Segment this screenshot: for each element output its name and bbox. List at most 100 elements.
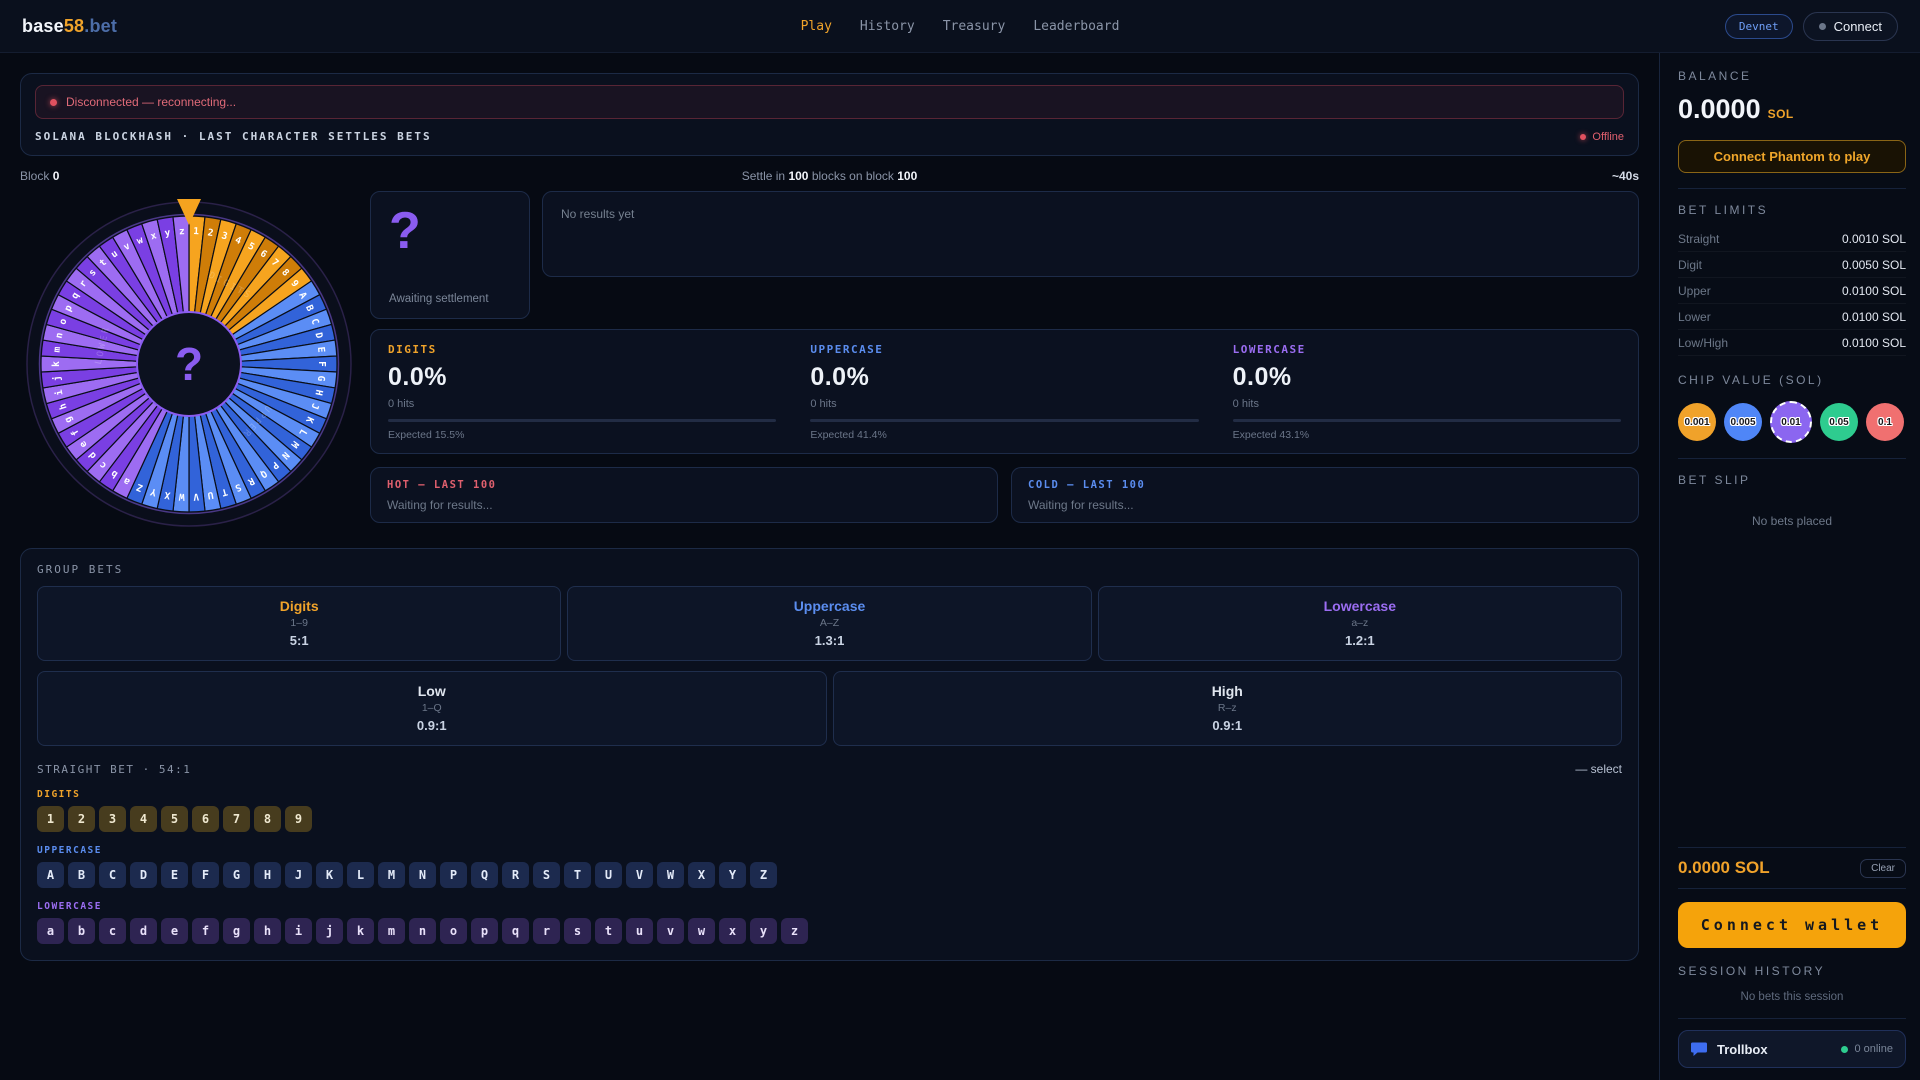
char-button-i[interactable]: i [285, 918, 312, 944]
connect-wallet-button[interactable]: Connect wallet [1678, 902, 1906, 948]
stat-hits: 0 hits [1232, 398, 1259, 410]
offline-dot-icon [1580, 133, 1587, 140]
char-button-t[interactable]: t [595, 918, 622, 944]
char-button-Y[interactable]: Y [719, 862, 746, 888]
char-button-K[interactable]: K [316, 862, 343, 888]
char-button-D[interactable]: D [130, 862, 157, 888]
char-button-1[interactable]: 1 [37, 806, 64, 832]
char-button-j[interactable]: j [316, 918, 343, 944]
char-button-q[interactable]: q [502, 918, 529, 944]
group-bet-high[interactable]: High R–z 0.9:1 [832, 671, 1622, 746]
char-button-s[interactable]: s [564, 918, 591, 944]
char-button-d[interactable]: d [130, 918, 157, 944]
connect-phantom-button[interactable]: Connect Phantom to play [1678, 140, 1906, 173]
results-empty-text: No results yet [561, 207, 635, 221]
cold-card: COLD — LAST 100 Waiting for results... [1011, 467, 1639, 523]
chip-0.05[interactable]: 0.05 [1820, 403, 1858, 441]
chip-0.1[interactable]: 0.1 [1866, 403, 1904, 441]
hot-cold-title: COLD — LAST 100 [1028, 479, 1146, 491]
chip-0.01[interactable]: 0.01 [1770, 401, 1812, 443]
network-badge[interactable]: Devnet [1724, 13, 1793, 39]
char-button-T[interactable]: T [564, 862, 591, 888]
char-button-U[interactable]: U [595, 862, 622, 888]
char-button-y[interactable]: y [750, 918, 777, 944]
char-button-8[interactable]: 8 [254, 806, 281, 832]
char-button-H[interactable]: H [254, 862, 281, 888]
char-button-G[interactable]: G [223, 862, 250, 888]
char-button-e[interactable]: e [161, 918, 188, 944]
char-button-V[interactable]: V [626, 862, 653, 888]
char-button-X[interactable]: X [688, 862, 715, 888]
clear-button[interactable]: Clear [1860, 858, 1906, 878]
char-button-g[interactable]: g [223, 918, 250, 944]
char-button-7[interactable]: 7 [223, 806, 250, 832]
char-button-R[interactable]: R [502, 862, 529, 888]
nav-link-treasury[interactable]: Treasury [943, 19, 1006, 34]
char-button-J[interactable]: J [285, 862, 312, 888]
nav-link-play[interactable]: Play [801, 19, 832, 34]
char-button-k[interactable]: k [347, 918, 374, 944]
char-button-c[interactable]: c [99, 918, 126, 944]
hot-cold-body: Waiting for results... [1028, 498, 1134, 512]
stat-label: LOWERCASE [1232, 343, 1306, 356]
char-section-label-digit: DIGITS [37, 789, 81, 800]
char-button-p[interactable]: p [471, 918, 498, 944]
char-button-5[interactable]: 5 [161, 806, 188, 832]
group-bet-range: 1–Q [421, 702, 442, 714]
char-button-2[interactable]: 2 [68, 806, 95, 832]
trollbox-bar[interactable]: Trollbox 0 online [1678, 1030, 1906, 1068]
connect-button[interactable]: Connect [1802, 11, 1898, 41]
wheel-char: V [193, 491, 200, 502]
char-button-B[interactable]: B [68, 862, 95, 888]
stat-value: 0.0% [1232, 363, 1292, 391]
char-button-W[interactable]: W [657, 862, 684, 888]
awaiting-settlement-card: ? Awaiting settlement [370, 191, 530, 319]
char-button-x[interactable]: x [719, 918, 746, 944]
nav-link-history[interactable]: History [860, 19, 915, 34]
block-row: Block 0 Settle in 100 blocks on block 10… [20, 169, 1639, 183]
char-button-b[interactable]: b [68, 918, 95, 944]
char-button-L[interactable]: L [347, 862, 374, 888]
char-button-h[interactable]: h [254, 918, 281, 944]
bet-limit-value: 0.0100 SOL [1841, 284, 1906, 298]
char-button-N[interactable]: N [409, 862, 436, 888]
char-button-o[interactable]: o [440, 918, 467, 944]
char-button-E[interactable]: E [161, 862, 188, 888]
stat-progress-bar [810, 419, 1199, 422]
stat-expected: Expected 15.5% [388, 429, 465, 441]
char-button-F[interactable]: F [192, 862, 219, 888]
bet-limits-table: Straight 0.0010 SOL Digit 0.0050 SOL Upper 0.… [1678, 226, 1906, 356]
chip-0.001[interactable]: 0.001 [1678, 403, 1716, 441]
group-bet-low[interactable]: Low 1–Q 0.9:1 [37, 671, 827, 746]
char-button-S[interactable]: S [533, 862, 560, 888]
group-bet-uppercase[interactable]: Uppercase A–Z 1.3:1 [567, 586, 1092, 661]
connection-dot-icon [1818, 22, 1826, 30]
char-button-Q[interactable]: Q [471, 862, 498, 888]
group-bet-digits[interactable]: Digits 1–9 5:1 [37, 586, 562, 661]
char-button-n[interactable]: n [409, 918, 436, 944]
char-button-9[interactable]: 9 [285, 806, 312, 832]
wheel-char: F [316, 361, 327, 367]
char-button-w[interactable]: w [688, 918, 715, 944]
char-button-3[interactable]: 3 [99, 806, 126, 832]
logo[interactable]: base58.bet [22, 16, 117, 37]
char-button-u[interactable]: u [626, 918, 653, 944]
char-button-M[interactable]: M [378, 862, 405, 888]
char-button-Z[interactable]: Z [750, 862, 777, 888]
char-button-z[interactable]: z [781, 918, 808, 944]
char-button-f[interactable]: f [192, 918, 219, 944]
char-button-A[interactable]: A [37, 862, 64, 888]
char-button-6[interactable]: 6 [192, 806, 219, 832]
char-button-v[interactable]: v [657, 918, 684, 944]
char-button-r[interactable]: r [533, 918, 560, 944]
group-bets-title: GROUP BETS [37, 563, 124, 576]
char-button-a[interactable]: a [37, 918, 64, 944]
group-bet-lowercase[interactable]: Lowercase a–z 1.2:1 [1097, 586, 1622, 661]
char-button-m[interactable]: m [378, 918, 405, 944]
group-bet-range: R–z [1217, 702, 1237, 714]
chip-0.005[interactable]: 0.005 [1724, 403, 1762, 441]
char-button-P[interactable]: P [440, 862, 467, 888]
nav-link-leaderboard[interactable]: Leaderboard [1033, 19, 1119, 34]
char-button-4[interactable]: 4 [130, 806, 157, 832]
char-button-C[interactable]: C [99, 862, 126, 888]
